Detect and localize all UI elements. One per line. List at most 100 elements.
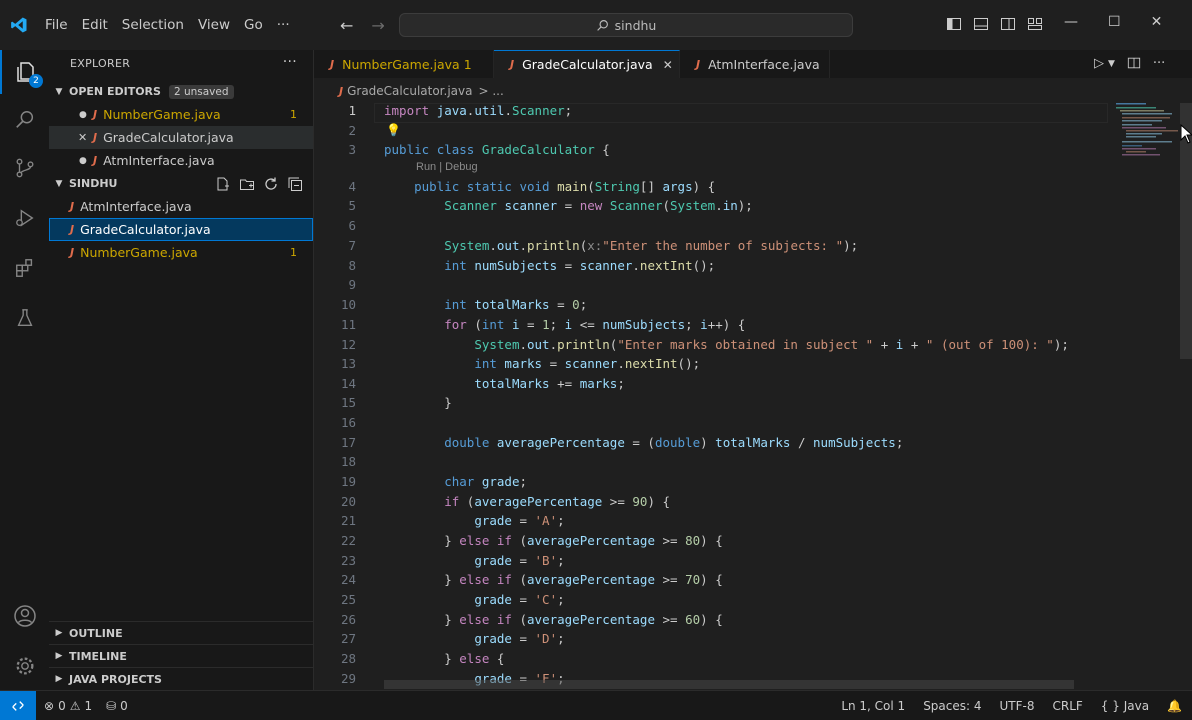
command-center-search[interactable]: sindhu <box>399 13 853 37</box>
unsaved-badge: 2 unsaved <box>168 84 234 99</box>
folder-file-item[interactable]: J AtmInterface.java <box>49 195 313 218</box>
tab-gradecalculator[interactable]: J GradeCalculator.java ✕ <box>494 50 680 78</box>
code-line: 2 💡 <box>348 123 401 138</box>
code-line: 4 public static void main(String[] args)… <box>348 179 716 194</box>
chevron-down-icon: ▼ <box>55 178 63 189</box>
java-file-icon: J <box>330 57 335 71</box>
folder-section[interactable]: ▼ SINDHU <box>49 172 313 195</box>
cursor-position[interactable]: Ln 1, Col 1 <box>841 699 905 713</box>
code-editor[interactable]: 1 import java.util.Scanner; 2 💡 3 public cl… <box>314 103 1108 690</box>
refresh-icon[interactable] <box>263 176 279 192</box>
code-line: 16 <box>340 415 356 430</box>
editor-more-actions-icon[interactable]: ··· <box>1153 56 1165 71</box>
menu-view[interactable]: View <box>191 0 237 50</box>
file-name: NumberGame.java <box>80 245 198 260</box>
ports-indicator[interactable]: ⛁ 0 <box>106 699 128 713</box>
open-editors-label: OPEN EDITORS <box>69 85 161 98</box>
open-editors-section[interactable]: ▼ OPEN EDITORS 2 unsaved <box>49 80 313 103</box>
extensions-icon[interactable] <box>0 246 49 290</box>
source-control-icon[interactable] <box>0 146 49 190</box>
file-name: AtmInterface.java <box>80 199 192 214</box>
command-center-text: sindhu <box>614 17 657 33</box>
java-file-icon: J <box>510 58 515 71</box>
code-line: 23 grade = 'B'; <box>340 553 565 568</box>
java-file-icon: J <box>93 154 98 167</box>
code-line: 13 int marks = scanner.nextInt(); <box>340 356 701 371</box>
breadcrumb: J GradeCalculator.java > ... <box>314 80 1114 102</box>
warning-count: 1 <box>84 698 93 713</box>
menu-file[interactable]: File <box>38 0 75 50</box>
unsaved-dot-icon[interactable]: ● <box>79 110 93 120</box>
settings-gear-icon[interactable] <box>0 644 49 688</box>
timeline-section[interactable]: ▶ TIMELINE <box>49 644 314 667</box>
forward-arrow-icon[interactable]: → <box>371 16 384 35</box>
ports-count: 0 <box>120 698 128 713</box>
menu-more[interactable]: ··· <box>270 0 297 50</box>
file-name: NumberGame.java <box>103 107 221 122</box>
unsaved-dot-icon[interactable]: ● <box>79 156 93 166</box>
java-file-icon: J <box>70 246 75 259</box>
maximize-icon[interactable]: ☐ <box>1108 14 1121 30</box>
minimap[interactable] <box>1108 103 1180 690</box>
indentation[interactable]: Spaces: 4 <box>923 699 981 713</box>
code-line: 27 grade = 'D'; <box>340 631 565 646</box>
tab-numbergame[interactable]: J NumberGame.java 1 <box>314 50 494 78</box>
breadcrumb-file[interactable]: GradeCalculator.java <box>347 84 472 98</box>
back-arrow-icon[interactable]: ← <box>340 16 353 35</box>
minimize-icon[interactable]: — <box>1064 14 1078 30</box>
explorer-sidebar: EXPLORER ··· ▼ OPEN EDITORS 2 unsaved ● … <box>49 50 314 690</box>
new-folder-icon[interactable] <box>239 176 255 192</box>
code-line: 21 grade = 'A'; <box>340 513 565 528</box>
menu-bar: File Edit Selection View Go ··· <box>38 0 297 50</box>
horizontal-scrollbar[interactable] <box>384 680 1074 689</box>
open-editor-item[interactable]: ✕ J GradeCalculator.java <box>49 126 313 149</box>
code-line: 18 <box>340 454 356 469</box>
lightbulb-icon[interactable]: 💡 <box>386 123 401 137</box>
open-editor-item[interactable]: ● J AtmInterface.java <box>49 149 313 172</box>
close-window-icon[interactable]: ✕ <box>1151 14 1163 30</box>
split-editor-icon[interactable] <box>1127 56 1141 70</box>
error-count: 0 <box>58 698 66 713</box>
outline-section[interactable]: ▶ OUTLINE <box>49 621 314 644</box>
run-file-icon[interactable]: ▷ <box>1094 56 1104 71</box>
tab-atminterface[interactable]: J AtmInterface.java <box>680 50 830 78</box>
menu-go[interactable]: Go <box>237 0 270 50</box>
close-tab-icon[interactable]: ✕ <box>663 58 673 72</box>
codelens-run-debug[interactable]: Run | Debug <box>416 161 478 173</box>
java-file-icon: J <box>70 200 75 213</box>
toggle-primary-sidebar-icon[interactable] <box>946 16 962 32</box>
explorer-icon[interactable]: 2 <box>0 50 49 94</box>
close-icon[interactable]: ✕ <box>78 131 93 144</box>
encoding[interactable]: UTF-8 <box>1000 699 1035 713</box>
java-projects-section[interactable]: ▶ JAVA PROJECTS <box>49 667 314 690</box>
remote-indicator-icon[interactable] <box>0 691 36 720</box>
search-icon[interactable] <box>0 98 49 142</box>
testing-icon[interactable] <box>0 296 49 340</box>
problems-indicator[interactable]: ⊗ 0 ⚠ 1 <box>44 699 92 713</box>
tab-label: AtmInterface.java <box>708 56 820 72</box>
code-line: 5 Scanner scanner = new Scanner(System.i… <box>348 198 753 213</box>
language-mode[interactable]: { } Java <box>1101 699 1149 713</box>
run-dropdown-chevron-icon[interactable]: ▼ <box>1108 59 1115 71</box>
outline-label: OUTLINE <box>69 626 123 640</box>
line-endings[interactable]: CRLF <box>1052 699 1082 713</box>
breadcrumb-rest[interactable]: > ... <box>478 84 503 98</box>
account-icon[interactable] <box>0 594 49 638</box>
search-icon <box>596 19 608 31</box>
collapse-all-icon[interactable] <box>287 176 303 192</box>
toggle-secondary-sidebar-icon[interactable] <box>1000 16 1016 32</box>
notifications-bell-icon[interactable]: 🔔 <box>1167 699 1182 713</box>
toggle-panel-icon[interactable] <box>973 16 989 32</box>
run-debug-icon[interactable] <box>0 196 49 240</box>
folder-file-item[interactable]: J NumberGame.java 1 <box>49 241 313 264</box>
code-line: 3 public class GradeCalculator { <box>348 142 610 157</box>
folder-file-item[interactable]: J GradeCalculator.java <box>49 218 313 241</box>
menu-selection[interactable]: Selection <box>115 0 191 50</box>
open-editor-item[interactable]: ● J NumberGame.java 1 <box>49 103 313 126</box>
customize-layout-icon[interactable] <box>1027 16 1043 32</box>
tab-label: GradeCalculator.java <box>522 57 653 72</box>
warning-icon: ⚠ <box>69 698 81 713</box>
explorer-more-actions[interactable]: ··· <box>283 54 297 70</box>
new-file-icon[interactable] <box>215 176 231 192</box>
menu-edit[interactable]: Edit <box>75 0 115 50</box>
